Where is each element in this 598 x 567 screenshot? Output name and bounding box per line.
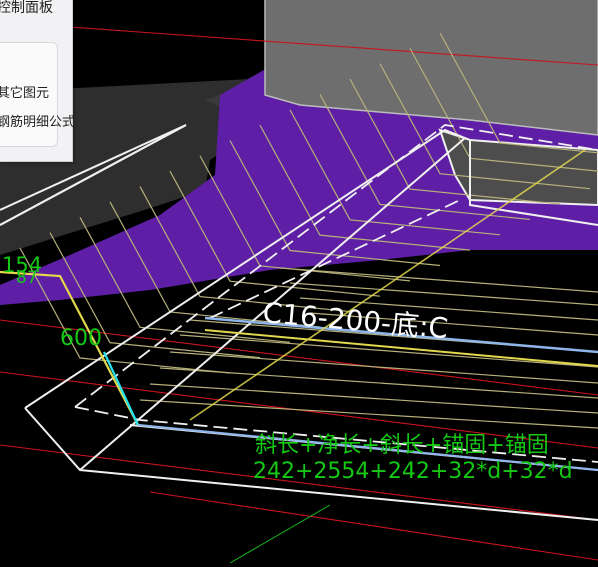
control-panel: 控制面板 其它图元 钢筋明细公式 [0,0,75,162]
3d-viewport[interactable]: C16-200-底:C 154 87 600 斜长+净长+斜长+锚固+锚固 24… [0,0,598,564]
rebar-formula-values: 242+2554+242+32*d+32*d [253,459,573,484]
panel-item-rebar-formula[interactable]: 钢筋明细公式 [0,114,75,132]
rebar-3d-scene[interactable]: C16-200-底:C 154 87 600 斜长+净长+斜长+锚固+锚固 24… [0,0,598,564]
rebar-formula-text: 斜长+净长+斜长+锚固+锚固 [255,433,549,458]
dim-label-mid: 600 [60,326,102,351]
panel-item-other-elements[interactable]: 其它图元 [0,85,49,103]
control-panel-card: 其它图元 钢筋明细公式 [0,42,75,147]
dim-label-sub: 87 [16,268,38,288]
control-panel-title: 控制面板 [0,0,53,16]
